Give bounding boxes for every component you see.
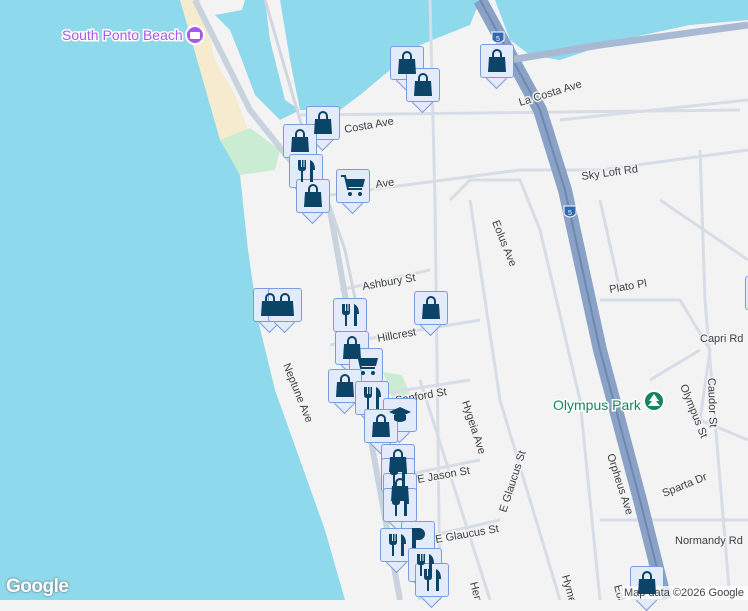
fork-knife-icon xyxy=(333,298,367,332)
interstate-shield-mid: 5 xyxy=(563,205,577,218)
bag-marker[interactable] xyxy=(480,44,514,90)
interstate-shield-top: 5 xyxy=(491,31,505,44)
shopping-bag-icon xyxy=(268,288,302,322)
shopping-bag-icon xyxy=(306,106,340,140)
poi-label: Olympus Park xyxy=(553,397,642,413)
street-label: Caudor St xyxy=(705,378,719,428)
cart-marker[interactable] xyxy=(336,169,370,215)
svg-text:5: 5 xyxy=(568,210,572,217)
map-canvas[interactable]: 5 5 La Costa Ave Costa Ave Ave Sky Loft … xyxy=(0,0,748,600)
shopping-cart-icon xyxy=(336,169,370,203)
bag-marker[interactable] xyxy=(268,288,302,334)
shopping-bag-icon xyxy=(406,68,440,102)
fork-knife-icon xyxy=(415,563,449,597)
shopping-bag-icon xyxy=(414,291,448,325)
bag-marker[interactable] xyxy=(414,291,448,337)
shopping-bag-icon xyxy=(296,179,330,213)
street-label: Capri Rd xyxy=(700,333,743,345)
bag-marker[interactable] xyxy=(296,179,330,225)
shopping-bag-icon xyxy=(480,44,514,78)
street-label: Normandy Rd xyxy=(675,535,743,547)
fork-knife-icon xyxy=(383,488,417,522)
poi-label: South Ponto Beach xyxy=(62,27,183,43)
google-logo: Google xyxy=(6,576,69,597)
svg-text:5: 5 xyxy=(496,36,500,43)
bag-marker[interactable] xyxy=(406,68,440,114)
food-marker[interactable] xyxy=(415,563,449,609)
